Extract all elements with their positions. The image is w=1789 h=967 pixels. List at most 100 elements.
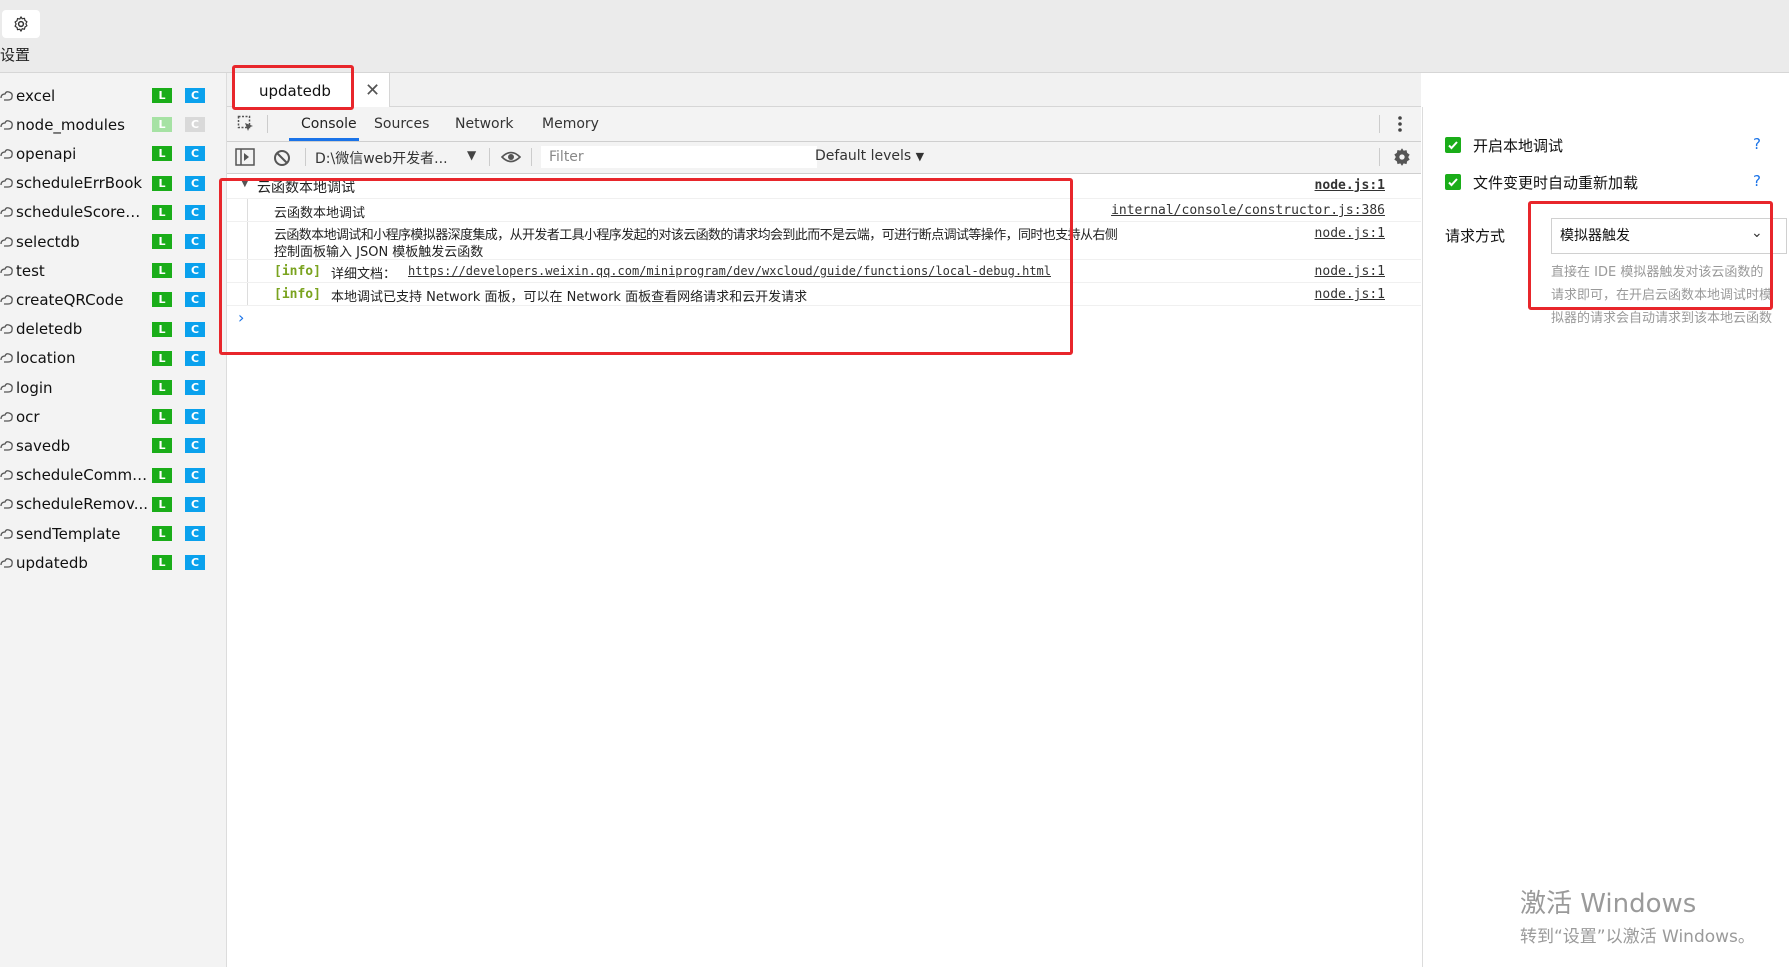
function-name: scheduleCommo... [16, 466, 148, 485]
info-tag: [info] [274, 287, 321, 302]
cloud-badge[interactable]: C [185, 88, 205, 103]
toolbar-divider [305, 148, 306, 166]
cloud-badge[interactable]: C [185, 234, 205, 249]
auto-reload-checkbox[interactable] [1445, 174, 1461, 190]
function-name: ocr [16, 407, 40, 426]
tab-console[interactable]: Console [301, 107, 357, 141]
local-badge[interactable]: L [152, 117, 172, 133]
inspect-element-icon[interactable] [237, 115, 255, 137]
local-badge[interactable]: L [152, 526, 172, 541]
source-link[interactable]: node.js:1 [1315, 226, 1385, 241]
sidebar-item-updatedb[interactable]: updatedb L C [0, 548, 226, 577]
sidebar-item-scheduleCommo[interactable]: scheduleCommo... L C [0, 461, 226, 490]
chevron-down-icon[interactable]: ▼ [467, 148, 476, 162]
context-selector[interactable]: D:\微信web开发者... [315, 148, 448, 168]
function-name: scheduleErrBook [16, 174, 143, 193]
gear-icon [14, 16, 28, 32]
file-tab-updatedb[interactable]: updatedb ✕ [235, 73, 390, 107]
close-icon[interactable]: ✕ [365, 80, 380, 101]
source-link[interactable]: node.js:1 [1315, 178, 1385, 193]
source-link[interactable]: internal/console/constructor.js:386 [1111, 203, 1385, 218]
sidebar-item-scheduleRemov[interactable]: scheduleRemov... L C [0, 490, 226, 519]
sidebar-item-ocr[interactable]: ocr L C [0, 402, 226, 431]
local-badge[interactable]: L [152, 204, 172, 220]
local-debug-panel: 开启本地调试 ? 文件变更时自动重新加载 ? 请求方式 模拟器触发 ⌄ 直接在 … [1422, 107, 1789, 967]
enable-local-debug-checkbox[interactable] [1445, 137, 1461, 153]
console-group-header[interactable]: ▼ 云函数本地调试 node.js:1 [227, 174, 1421, 199]
cloud-badge[interactable]: C [185, 350, 205, 366]
request-method-select[interactable]: 模拟器触发 [1551, 218, 1787, 254]
local-badge[interactable]: L [152, 175, 172, 191]
local-badge[interactable]: L [152, 263, 172, 279]
console-settings-gear-icon[interactable] [1392, 147, 1412, 171]
console-prompt-icon[interactable]: › [238, 308, 244, 327]
more-options-icon[interactable] [1397, 114, 1403, 138]
sidebar-item-createQRCode[interactable]: createQRCode L C [0, 285, 226, 314]
filter-input[interactable] [541, 146, 817, 168]
cloud-badge[interactable]: C [185, 117, 205, 133]
sidebar-item-node_modules[interactable]: node_modules L C [0, 110, 226, 139]
help-icon[interactable]: ? [1753, 135, 1761, 153]
cloud-badge[interactable]: C [185, 175, 205, 191]
file-tab-label: updatedb [259, 82, 331, 100]
watermark-subtitle: 转到“设置”以激活 Windows。 [1520, 927, 1755, 947]
sidebar-item-sendTemplate[interactable]: sendTemplate L C [0, 519, 226, 548]
sidebar-item-openapi[interactable]: openapi L C [0, 139, 226, 168]
local-badge[interactable]: L [152, 350, 172, 366]
group-indent-line [247, 283, 248, 305]
cloud-badge[interactable]: C [185, 321, 205, 337]
cloud-badge[interactable]: C [185, 467, 205, 483]
cloud-badge[interactable]: C [185, 438, 205, 454]
sidebar-item-deletedb[interactable]: deletedb L C [0, 315, 226, 344]
local-badge[interactable]: L [152, 438, 172, 454]
local-badge[interactable]: L [152, 467, 172, 483]
sidebar-item-location[interactable]: location L C [0, 344, 226, 373]
clear-console-icon[interactable] [273, 149, 291, 171]
source-link[interactable]: node.js:1 [1315, 264, 1385, 279]
sidebar-item-selectdb[interactable]: selectdb L C [0, 227, 226, 256]
cloud-badge[interactable]: C [185, 146, 205, 162]
function-name: location [16, 349, 76, 368]
cloud-function-icon [0, 293, 14, 307]
cloud-badge[interactable]: C [185, 555, 205, 571]
sidebar-item-scheduleErrBook[interactable]: scheduleErrBook L C [0, 169, 226, 198]
cloud-function-icon [0, 351, 14, 365]
log-levels-dropdown[interactable]: Default levels ▼ [815, 148, 924, 164]
local-badge[interactable]: L [152, 555, 172, 571]
local-badge[interactable]: L [152, 496, 172, 512]
cloud-badge[interactable]: C [185, 496, 205, 512]
help-icon[interactable]: ? [1753, 172, 1761, 190]
cloud-function-icon [0, 439, 14, 453]
local-badge[interactable]: L [152, 380, 172, 395]
sidebar-item-savedb[interactable]: savedb L C [0, 431, 226, 460]
function-name: savedb [16, 436, 71, 455]
local-badge[interactable]: L [152, 234, 172, 249]
tab-sources[interactable]: Sources [374, 107, 429, 141]
local-badge[interactable]: L [152, 88, 172, 103]
cloud-badge[interactable]: C [185, 263, 205, 279]
sidebar-item-test[interactable]: test L C [0, 256, 226, 285]
expand-triangle-icon[interactable]: ▼ [241, 178, 249, 189]
sidebar-item-scheduleScoreR[interactable]: scheduleScoreR... L C [0, 198, 226, 227]
function-name: test [16, 261, 45, 280]
cloud-badge[interactable]: C [185, 380, 205, 395]
sidebar-item-excel[interactable]: excel L C [0, 81, 226, 110]
source-link[interactable]: node.js:1 [1315, 287, 1385, 302]
function-name: scheduleScoreR... [16, 203, 148, 222]
settings-button[interactable] [2, 10, 40, 38]
cloud-badge[interactable]: C [185, 409, 205, 425]
tab-memory[interactable]: Memory [542, 107, 599, 141]
local-badge[interactable]: L [152, 321, 172, 337]
docs-url-link[interactable]: https://developers.weixin.qq.com/minipro… [408, 264, 1051, 278]
local-badge[interactable]: L [152, 292, 172, 308]
cloud-badge[interactable]: C [185, 204, 205, 220]
sidebar-item-login[interactable]: login L C [0, 373, 226, 402]
tab-network[interactable]: Network [455, 107, 513, 141]
local-badge[interactable]: L [152, 146, 172, 162]
cloud-badge[interactable]: C [185, 526, 205, 541]
toggle-sidebar-icon[interactable] [235, 148, 255, 170]
live-expression-eye-icon[interactable] [500, 150, 522, 168]
console-message: [info] 本地调试已支持 Network 面板，可以在 Network 面板… [227, 283, 1421, 306]
cloud-badge[interactable]: C [185, 292, 205, 308]
local-badge[interactable]: L [152, 409, 172, 425]
